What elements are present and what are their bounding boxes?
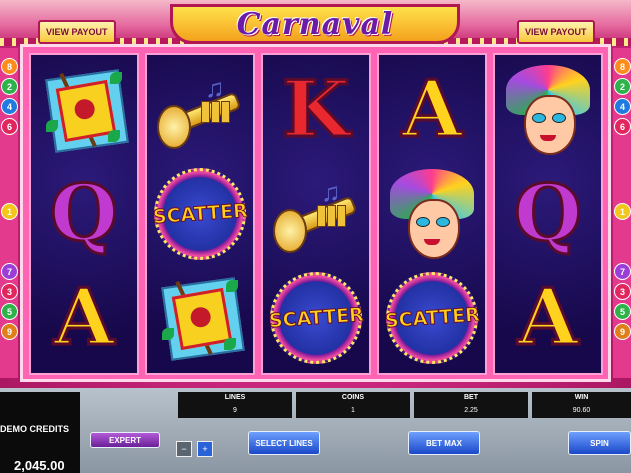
win-label: WIN (574, 394, 589, 401)
payline-number[interactable]: 9 (1, 323, 18, 340)
payline-indicators-right: 8 2 4 6 1 7 3 5 9 (613, 48, 631, 378)
payline-number[interactable]: 3 (614, 283, 631, 300)
payline-number[interactable]: 4 (614, 98, 631, 115)
lines-display: LINES 9 (178, 392, 292, 418)
symbol-flag-icon (44, 69, 129, 153)
lines-value: 9 (233, 407, 237, 414)
payline-number[interactable]: 6 (1, 118, 18, 135)
reel-cell (151, 269, 249, 367)
reel-cell: A (35, 269, 133, 367)
reel-cell: A (499, 269, 597, 367)
credits-display: DEMO CREDITS 2,045.00 (0, 392, 80, 473)
symbol-q: Q (513, 168, 584, 259)
payline-number[interactable]: 2 (614, 78, 631, 95)
payline-number[interactable]: 6 (614, 118, 631, 135)
symbol-k: K (281, 64, 352, 155)
game-title: Carnaval (236, 6, 394, 42)
view-payout-button-right[interactable]: VIEW PAYOUT (517, 20, 595, 44)
reel-cell: Q (499, 165, 597, 263)
coins-minus-button[interactable]: − (176, 441, 192, 457)
reel-cell: ♫ (267, 165, 365, 263)
expert-button[interactable]: EXPERT (90, 432, 160, 448)
payline-number[interactable]: 2 (1, 78, 18, 95)
credits-label: DEMO CREDITS (0, 424, 70, 434)
symbol-trumpet-icon: ♫ (271, 177, 361, 253)
coins-value: 1 (351, 407, 355, 414)
coins-plus-button[interactable]: + (197, 441, 213, 457)
symbol-carnival-mask-icon (506, 65, 590, 155)
payline-number[interactable]: 3 (1, 283, 18, 300)
symbol-a: A (400, 64, 464, 155)
reel-cell (383, 165, 481, 263)
spin-button[interactable]: SPIN (568, 431, 631, 455)
coins-display: COINS 1 (296, 392, 410, 418)
reel-cell: Q (35, 165, 133, 263)
reel-cell: SCATTER (151, 165, 249, 263)
payline-number[interactable]: 8 (614, 58, 631, 75)
bet-max-button[interactable]: BET MAX (408, 431, 480, 455)
reel-cell: SCATTER (267, 269, 365, 367)
bet-label: BET (464, 394, 478, 401)
symbol-a: A (52, 272, 116, 363)
reel-5: QA (493, 53, 603, 375)
reel-cell: SCATTER (383, 269, 481, 367)
payline-number[interactable]: 8 (1, 58, 18, 75)
reel-3: K ♫ SCATTER (261, 53, 371, 375)
scatter-text: SCATTER (383, 303, 481, 333)
bet-display: BET 2.25 (414, 392, 528, 418)
win-value: 90.60 (572, 407, 591, 414)
lines-label: LINES (224, 394, 246, 401)
symbol-flag-icon (160, 277, 245, 361)
reel-2: ♫ SCATTER (145, 53, 255, 375)
reel-frame: Q A ♫ SCATTER K ♫ SCATTER A SCATTER Q A (20, 44, 611, 382)
payline-number[interactable]: 7 (1, 263, 18, 280)
reel-cell (499, 61, 597, 159)
payline-number[interactable]: 7 (614, 263, 631, 280)
symbol-carnival-mask-icon (390, 169, 474, 259)
symbol-trumpet-icon: ♫ (155, 73, 245, 149)
payline-number[interactable]: 5 (614, 303, 631, 320)
select-lines-button[interactable]: SELECT LINES (248, 431, 320, 455)
reel-cell: K (267, 61, 365, 159)
symbol-a: A (516, 272, 580, 363)
scatter-text: SCATTER (267, 303, 365, 333)
payline-indicators-left: 8 2 4 6 1 7 3 5 9 (0, 48, 18, 378)
symbol-q: Q (49, 168, 120, 259)
payline-number[interactable]: 5 (1, 303, 18, 320)
payline-number[interactable]: 4 (1, 98, 18, 115)
game-logo: Carnaval (170, 4, 460, 44)
scatter-text: SCATTER (151, 199, 249, 229)
symbol-scatter: SCATTER (151, 168, 249, 260)
payline-number[interactable]: 1 (1, 203, 18, 220)
reel-cell (35, 61, 133, 159)
reel-cell: ♫ (151, 61, 249, 159)
payline-number[interactable]: 9 (614, 323, 631, 340)
reel-4: A SCATTER (377, 53, 487, 375)
credits-value: 2,045.00 (14, 458, 65, 473)
symbol-scatter: SCATTER (267, 272, 365, 364)
reel-cell: A (383, 61, 481, 159)
coins-label: COINS (341, 394, 365, 401)
payline-number[interactable]: 1 (614, 203, 631, 220)
bet-value: 2.25 (464, 407, 478, 414)
reel-1: QA (29, 53, 139, 375)
view-payout-button-left[interactable]: VIEW PAYOUT (38, 20, 116, 44)
symbol-scatter: SCATTER (383, 272, 481, 364)
win-display: WIN 90.60 (532, 392, 631, 418)
